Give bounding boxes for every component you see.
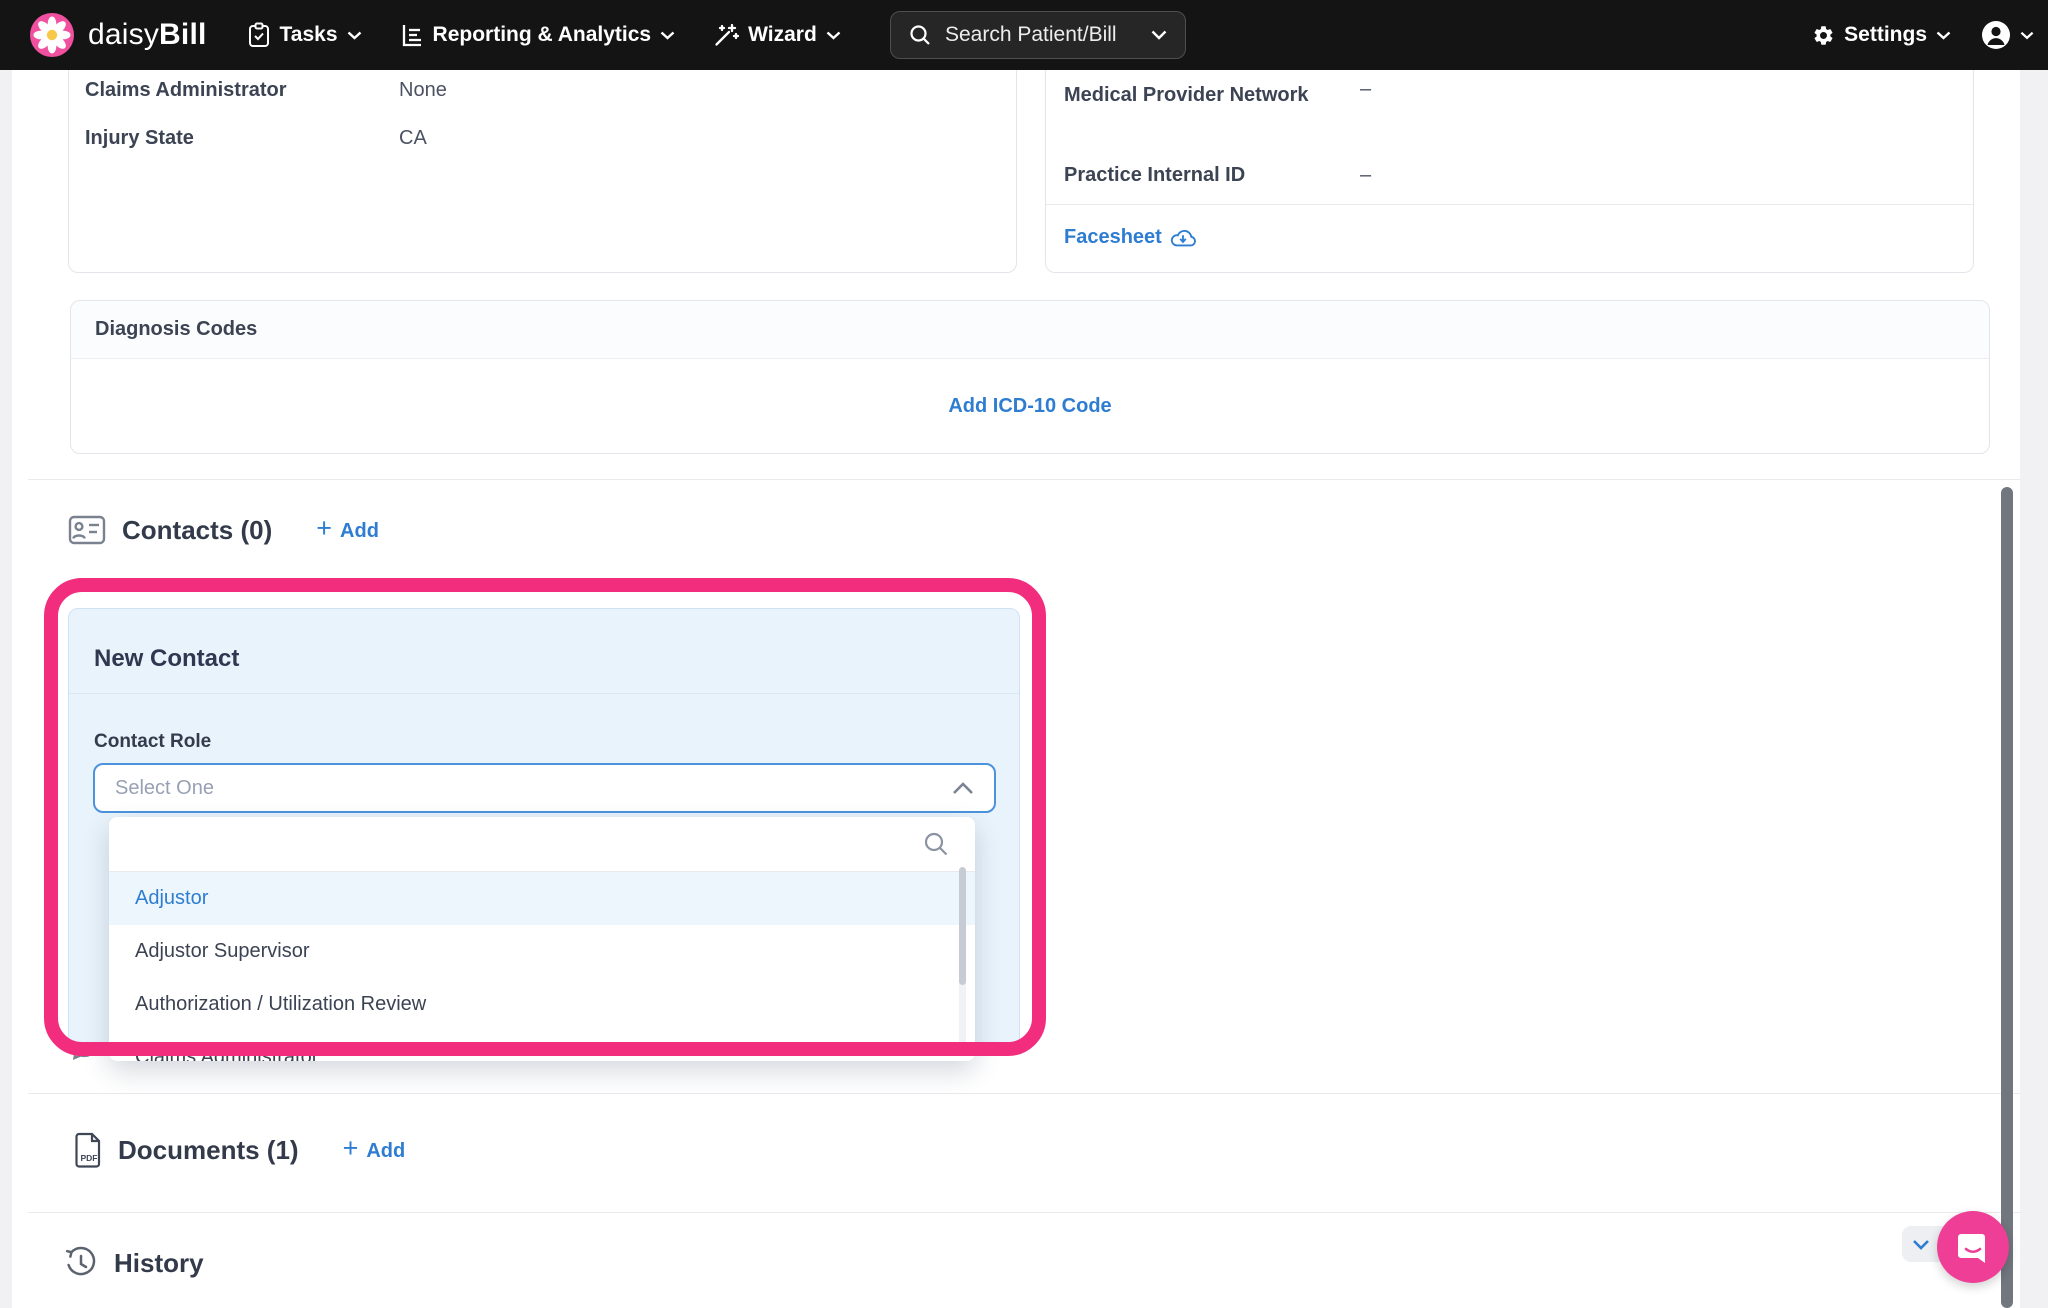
contacts-title: Contacts (0) [122, 515, 272, 546]
claims-administrator-value: None [399, 79, 447, 102]
dropdown-option-adjustor-supervisor[interactable]: Adjustor Supervisor [109, 925, 975, 978]
chevron-down-icon [347, 31, 362, 40]
chat-bubble-icon [1955, 1229, 1991, 1265]
history-title: History [114, 1248, 204, 1279]
diagnosis-codes-title: Diagnosis Codes [95, 318, 257, 341]
documents-title: Documents (1) [118, 1135, 299, 1166]
gear-icon [1812, 24, 1835, 47]
dropdown-scrollbar-thumb[interactable] [959, 867, 966, 985]
select-placeholder: Select One [115, 777, 214, 800]
dropdown-search-row [109, 817, 975, 872]
card-divider [69, 693, 1019, 694]
magic-wand-icon [713, 22, 739, 48]
nav-wizard[interactable]: Wizard [713, 22, 841, 48]
mpn-label: Medical Provider Network [1064, 78, 1354, 112]
plus-icon: + [316, 518, 332, 538]
injury-state-label: Injury State [85, 127, 194, 150]
nav-account-menu[interactable] [1981, 20, 2034, 50]
nav-settings[interactable]: Settings [1812, 23, 1951, 47]
facesheet-label: Facesheet [1064, 226, 1162, 249]
chevron-down-icon [2020, 31, 2034, 40]
add-contact-button[interactable]: + Add [316, 518, 379, 543]
history-section-header: History [64, 1246, 204, 1280]
contact-role-select[interactable]: Select One [93, 763, 996, 813]
history-clock-icon [64, 1246, 98, 1280]
search-icon [923, 831, 949, 857]
injury-state-value: CA [399, 127, 427, 150]
dropdown-option-adjustor[interactable]: Adjustor [109, 872, 975, 925]
new-contact-title: New Contact [94, 645, 239, 673]
nav-tasks[interactable]: Tasks [247, 22, 362, 48]
top-navbar: daisyBill Tasks Reporting & Analytics [0, 0, 2048, 70]
chevron-up-icon [952, 782, 974, 795]
section-divider [28, 479, 2020, 480]
chevron-down-icon [1912, 1239, 1930, 1250]
role-search-input[interactable] [129, 827, 909, 861]
cloud-download-icon [1170, 227, 1196, 249]
chevron-down-icon [660, 31, 675, 40]
practice-internal-id-value: – [1360, 164, 1371, 187]
pdf-document-icon: PDF [74, 1132, 102, 1168]
scrollbar-track[interactable] [2020, 70, 2048, 1308]
new-contact-card: New Contact Contact Role Select One Adju… [68, 608, 1020, 1048]
dropdown-option-claims-administrator[interactable]: Claims Administrator [109, 1031, 975, 1061]
claim-info-card: Claims Administrator None Injury State C… [68, 70, 1017, 273]
contact-role-label: Contact Role [94, 731, 211, 753]
chevron-down-icon [826, 31, 841, 40]
section-divider [28, 1212, 2020, 1213]
intercom-chat-launcher[interactable] [1937, 1211, 2009, 1283]
left-page-gutter [0, 70, 12, 1308]
nav-reporting-label: Reporting & Analytics [433, 23, 652, 47]
report-chart-icon [400, 22, 424, 48]
contacts-section-header: Contacts (0) + Add [68, 514, 379, 546]
clipboard-check-icon [247, 22, 271, 48]
patient-bill-search[interactable]: Search Patient/Bill [890, 11, 1186, 59]
diagnosis-codes-card: Diagnosis Codes Add ICD-10 Code [70, 300, 1990, 454]
daisy-flower-icon [30, 13, 74, 57]
nav-settings-label: Settings [1844, 23, 1927, 47]
chevron-down-icon [1936, 31, 1951, 40]
card-divider [1046, 204, 1973, 205]
dropdown-option-authorization-utilization-review[interactable]: Authorization / Utilization Review [109, 978, 975, 1031]
chevron-down-icon [1151, 30, 1167, 40]
daisybill-logo[interactable]: daisyBill [30, 13, 207, 57]
practice-internal-id-label: Practice Internal ID [1064, 164, 1245, 187]
documents-section-header: PDF Documents (1) + Add [74, 1132, 405, 1168]
nav-wizard-label: Wizard [748, 23, 817, 47]
section-divider [28, 1093, 2020, 1094]
diagnosis-codes-header: Diagnosis Codes [71, 301, 1989, 359]
add-document-button[interactable]: + Add [343, 1138, 406, 1163]
plus-icon: + [343, 1138, 359, 1158]
contact-card-icon [68, 514, 106, 546]
mpn-value: – [1360, 78, 1371, 101]
provider-info-card: Medical Provider Network – Practice Inte… [1045, 70, 1974, 273]
claims-administrator-label: Claims Administrator [85, 79, 287, 102]
search-icon [909, 24, 931, 46]
svg-text:PDF: PDF [81, 1153, 98, 1163]
facesheet-download-link[interactable]: Facesheet [1064, 226, 1196, 249]
scrollbar-thumb[interactable] [2001, 487, 2013, 1308]
user-avatar-icon [1981, 20, 2011, 50]
nav-tasks-label: Tasks [280, 23, 338, 47]
add-icd10-code-link[interactable]: Add ICD-10 Code [948, 395, 1111, 418]
brand-name: daisyBill [88, 18, 207, 52]
search-label: Search Patient/Bill [945, 23, 1117, 47]
contact-role-dropdown: Adjustor Adjustor Supervisor Authorizati… [109, 817, 975, 1061]
nav-reporting-analytics[interactable]: Reporting & Analytics [400, 22, 676, 48]
